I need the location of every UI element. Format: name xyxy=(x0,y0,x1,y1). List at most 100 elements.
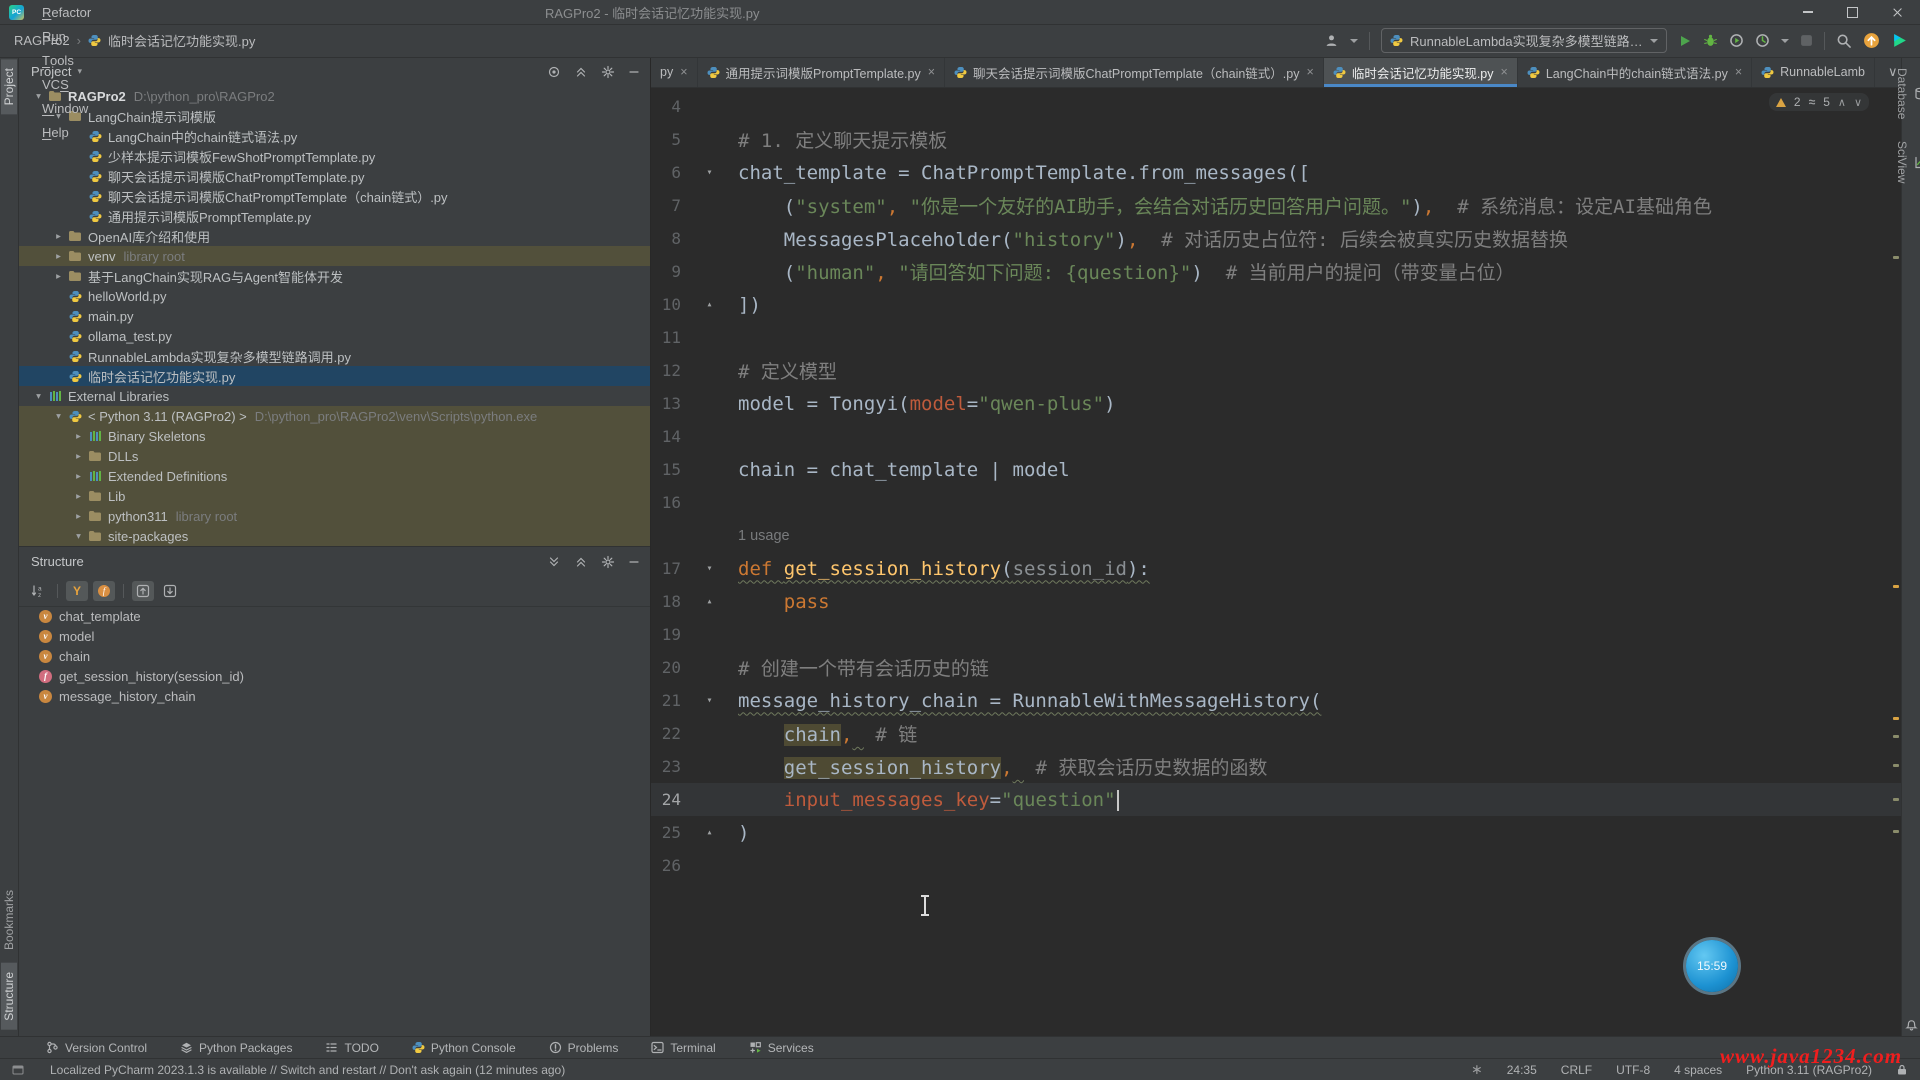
fold-marker-icon[interactable]: ▾ xyxy=(681,695,738,706)
editor-tab[interactable]: 通用提示词模版PromptTemplate.py× xyxy=(698,57,946,87)
tree-chevron-icon[interactable]: ▸ xyxy=(70,451,87,462)
settings-gear-icon[interactable] xyxy=(601,65,615,79)
line-number[interactable]: 4 xyxy=(651,97,681,116)
code-line[interactable]: 25▴) xyxy=(651,816,1903,849)
line-number[interactable]: 5 xyxy=(651,130,681,149)
structure-item[interactable]: vchat_template xyxy=(18,606,650,626)
code-line[interactable]: 24 input_messages_key="question" xyxy=(651,783,1903,816)
notifications-bell-icon[interactable] xyxy=(1905,1019,1918,1032)
editor-tab[interactable]: 聊天会话提示词模版ChatPromptTemplate（chain链式）.py× xyxy=(945,57,1324,87)
structure-item[interactable]: vmodel xyxy=(18,626,650,646)
error-stripe[interactable] xyxy=(1891,88,1901,1036)
autoscroll-from-source-button[interactable] xyxy=(159,581,181,601)
structure-item[interactable]: vchain xyxy=(18,646,650,666)
close-button[interactable] xyxy=(1875,0,1920,24)
project-tree-item[interactable]: ▸基于LangChain实现RAG与Agent智能体开发 xyxy=(18,266,650,286)
maximize-button[interactable] xyxy=(1830,0,1875,24)
project-tree-item[interactable]: 临时会话记忆功能实现.py xyxy=(18,366,650,386)
project-tree-item[interactable]: helloWorld.py xyxy=(18,286,650,306)
fold-marker-icon[interactable]: ▴ xyxy=(681,596,738,607)
project-tree-item[interactable]: ollama_test.py xyxy=(18,326,650,346)
collapse-all-icon[interactable] xyxy=(574,555,588,569)
menu-item-run[interactable]: Run xyxy=(34,24,101,48)
tree-chevron-icon[interactable]: ▸ xyxy=(70,511,87,522)
caret-position-widget[interactable]: 24:35 xyxy=(1507,1063,1537,1077)
stripe-mark[interactable] xyxy=(1893,735,1899,738)
code-line[interactable]: 6▾chat_template = ChatPromptTemplate.fro… xyxy=(651,156,1903,189)
indent-widget[interactable]: 4 spaces xyxy=(1674,1063,1722,1077)
code-line[interactable]: 18▴ pass xyxy=(651,585,1903,618)
line-ending-widget[interactable]: CRLF xyxy=(1561,1063,1592,1077)
collapse-all-icon[interactable] xyxy=(574,65,588,79)
code-line[interactable]: 12# 定义模型 xyxy=(651,354,1903,387)
code-line[interactable]: 15chain = chat_template | model xyxy=(651,453,1903,486)
project-tree-item[interactable]: LangChain中的chain链式语法.py xyxy=(18,126,650,146)
stop-button[interactable] xyxy=(1800,34,1813,47)
autoscroll-to-source-button[interactable] xyxy=(132,581,154,601)
code-line[interactable]: 16 xyxy=(651,486,1903,519)
stripe-button-sciview[interactable]: SciView xyxy=(1894,132,1920,192)
search-everywhere-icon[interactable] xyxy=(1836,33,1852,49)
code-line[interactable]: 26 xyxy=(651,849,1903,882)
structure-item[interactable]: fget_session_history(session_id) xyxy=(18,666,650,686)
tree-chevron-icon[interactable]: ▾ xyxy=(70,531,87,542)
line-number[interactable]: 14 xyxy=(651,427,681,446)
fold-marker-icon[interactable]: ▾ xyxy=(681,563,738,574)
line-number[interactable]: 20 xyxy=(651,658,681,677)
tree-chevron-icon[interactable]: ▾ xyxy=(30,391,47,402)
project-tree-item[interactable]: ▸venvlibrary root xyxy=(18,246,650,266)
tree-chevron-icon[interactable]: ▸ xyxy=(70,491,87,502)
code-line[interactable]: 19 xyxy=(651,618,1903,651)
stripe-button-structure[interactable]: Structure xyxy=(1,963,17,1030)
code-line[interactable]: 13model = Tongyi(model="qwen-plus") xyxy=(651,387,1903,420)
project-tree-item[interactable]: ▾RAGPro2D:\python_pro\RAGPro2 xyxy=(18,86,650,106)
menu-item-help[interactable]: Help xyxy=(34,120,101,144)
tree-chevron-icon[interactable]: ▸ xyxy=(50,231,67,242)
encoding-widget[interactable]: UTF-8 xyxy=(1616,1063,1650,1077)
run-button[interactable] xyxy=(1678,34,1692,48)
line-number[interactable]: 7 xyxy=(651,196,681,215)
breadcrumb-file[interactable]: 临时会话记忆功能实现.py xyxy=(108,31,255,50)
tree-chevron-icon[interactable]: ▸ xyxy=(70,431,87,442)
tab-close-icon[interactable]: × xyxy=(1735,65,1742,79)
code-line[interactable]: 9 ("human", "请回答如下问题: {question}") # 当前用… xyxy=(651,255,1903,288)
code-line[interactable]: 17▾def get_session_history(session_id): xyxy=(651,552,1903,585)
code-editor[interactable]: 4 5# 1. 定义聊天提示模板6▾chat_template = ChatPro… xyxy=(651,88,1903,1036)
stripe-button-project[interactable]: Project xyxy=(1,59,17,114)
line-number[interactable]: 9 xyxy=(651,262,681,281)
project-tree-item[interactable]: RunnableLambda实现复杂多模型链路调用.py xyxy=(18,346,650,366)
line-number[interactable]: 10 xyxy=(651,295,681,314)
code-line[interactable]: 21▾message_history_chain = RunnableWithM… xyxy=(651,684,1903,717)
filter-visibility-button[interactable]: Y xyxy=(66,581,88,601)
code-line[interactable]: 22 chain, # 链 xyxy=(651,717,1903,750)
menu-item-window[interactable]: Window xyxy=(34,96,101,120)
line-number[interactable]: 18 xyxy=(651,592,681,611)
project-tree-item[interactable]: ▾< Python 3.11 (RAGPro2) >D:\python_pro\… xyxy=(18,406,650,426)
project-tree-item[interactable]: ▾External Libraries xyxy=(18,386,650,406)
select-opened-file-icon[interactable] xyxy=(547,65,561,79)
code-line[interactable]: 11 xyxy=(651,321,1903,354)
tab-close-icon[interactable]: × xyxy=(1307,65,1314,79)
line-number[interactable]: 12 xyxy=(651,361,681,380)
tree-chevron-icon[interactable]: ▸ xyxy=(70,471,87,482)
line-number[interactable]: 25 xyxy=(651,823,681,842)
profiler-button[interactable] xyxy=(1729,33,1744,48)
line-number[interactable]: 16 xyxy=(651,493,681,512)
next-problem-icon[interactable]: ∨ xyxy=(1854,96,1862,109)
stripe-mark[interactable] xyxy=(1893,830,1899,833)
line-number[interactable]: 13 xyxy=(651,394,681,413)
code-line[interactable]: 4 xyxy=(651,90,1903,123)
project-tree-item[interactable]: ▸Binary Skeletons xyxy=(18,426,650,446)
project-tree-item[interactable]: ▸DLLs xyxy=(18,446,650,466)
code-line[interactable]: 5# 1. 定义聊天提示模板 xyxy=(651,123,1903,156)
run-configuration-select[interactable]: RunnableLambda实现复杂多模型链路调用 xyxy=(1381,28,1667,53)
project-tree-item[interactable]: 聊天会话提示词模版ChatPromptTemplate（chain链式）.py xyxy=(18,186,650,206)
show-functions-button[interactable]: f xyxy=(93,581,115,601)
more-run-options-arrow-icon[interactable] xyxy=(1781,39,1789,43)
status-message[interactable]: Localized PyCharm 2023.1.3 is available … xyxy=(50,1063,565,1077)
minimize-button[interactable] xyxy=(1785,0,1830,24)
project-tree-item[interactable]: main.py xyxy=(18,306,650,326)
line-number[interactable]: 23 xyxy=(651,757,681,776)
menu-item-vcs[interactable]: VCS xyxy=(34,72,101,96)
stripe-button-database[interactable]: Database xyxy=(1894,59,1920,128)
